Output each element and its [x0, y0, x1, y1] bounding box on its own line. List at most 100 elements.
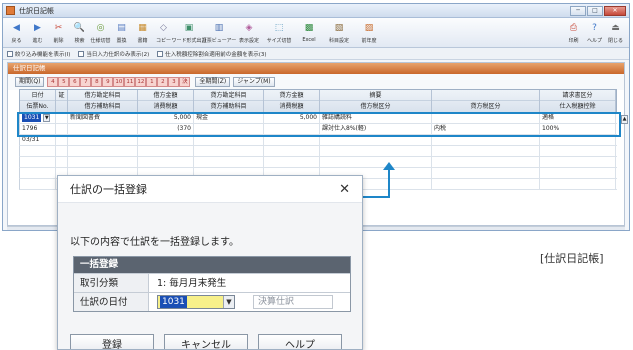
toolbar-button-9[interactable]: ▥ 証票ビューアー [201, 20, 237, 47]
table-cell-cr-tax[interactable] [432, 179, 540, 189]
toolbar-button-11[interactable]: ⬚ サイズ切替 [264, 20, 294, 47]
row-dropdown-icon[interactable]: ▲ [621, 115, 628, 124]
option-pre-deduction[interactable]: 仕入税額控除割合適用前の金額を表示(3) [157, 50, 267, 58]
closing-entry-checkbox[interactable]: 決算仕訳 [253, 295, 333, 309]
checkbox-icon[interactable] [78, 50, 85, 57]
checkbox-icon[interactable] [157, 50, 164, 57]
toolbar-label: 科目設定 [328, 38, 349, 44]
chevron-down-icon[interactable]: ▼ [223, 296, 234, 308]
table-cell-dr-amount[interactable] [138, 157, 194, 167]
display-settings-icon: ◈ [245, 23, 253, 33]
toolbar-label: 証票ビューアー [201, 38, 237, 44]
toolbar-button-12[interactable]: ▩ Excel [294, 20, 324, 47]
jump-button[interactable]: ジャンプ(M) [233, 77, 275, 87]
toolbar-right-button-0[interactable]: ⎙ 印刷 [563, 20, 584, 47]
toolbar-button-1[interactable]: ▶ 進む [27, 20, 48, 47]
column-header[interactable]: 貸方税区分 [432, 90, 540, 112]
column-header[interactable]: 摘要 借方税区分 [320, 90, 432, 112]
month-cell[interactable]: 7 [80, 77, 92, 87]
checkbox-icon[interactable] [7, 50, 13, 57]
column-header[interactable]: 請求書区分 仕入税額控除 [540, 90, 616, 112]
register-button[interactable]: 登録 [70, 334, 154, 349]
month-cell[interactable]: 9 [102, 77, 114, 87]
table-cell-cr-tax[interactable] [432, 146, 540, 156]
forward-icon: ▶ [34, 23, 41, 33]
cancel-button[interactable]: キャンセル [164, 334, 248, 349]
month-cell[interactable]: 12 [135, 77, 147, 87]
period-bar: 期間(Q) 4 5 6 7 8 9 10 11 12 1 2 3 決 全期間(Z) ジャンプ(M) [8, 74, 624, 90]
table-cell-cr-amount[interactable] [264, 157, 320, 167]
table-cell-date[interactable] [20, 157, 56, 167]
transaction-type-value: 1: 毎月月末発生 [157, 277, 227, 289]
toolbar-button-8[interactable]: ▣ ワード形式出力 [172, 20, 207, 47]
column-header[interactable]: 貸方金額 消費税額 [264, 90, 320, 112]
toolbar-button-0[interactable]: ◀ 戻る [6, 20, 27, 47]
maximize-button[interactable]: □ [587, 5, 603, 16]
table-cell-dr-account[interactable] [68, 157, 138, 167]
table-cell-cr-tax[interactable] [432, 168, 540, 178]
table-cell-memo[interactable] [320, 146, 432, 156]
table-cell-date[interactable] [20, 168, 56, 178]
option-today-only[interactable]: 当日入力仕訳のみ表示(2) [78, 50, 149, 58]
table-cell-date[interactable] [20, 179, 56, 189]
column-header[interactable]: 日付 伝票No. [20, 90, 56, 112]
table-cell-invoice[interactable] [540, 157, 616, 167]
column-header[interactable]: 借方金額 消費税額 [138, 90, 194, 112]
toolbar: ◀ 戻る ▶ 進む ✂ 削除 🔍 検索 ◎ 仕様切替 ▤ 置換 ▦ 書籍 ◇ コピー ▣ ワード形式出力 ▥ 証票ビュ… [3, 18, 629, 48]
month-cell[interactable]: 11 [124, 77, 136, 87]
month-cell[interactable]: 2 [157, 77, 169, 87]
table-row[interactable] [19, 157, 617, 168]
month-cell[interactable]: 1 [146, 77, 158, 87]
column-header[interactable]: 貸方勘定科目 貸方補助科目 [194, 90, 264, 112]
dialog-close-icon[interactable]: ✕ [339, 182, 350, 197]
toolbar-button-14[interactable]: ▨ 前年度 [354, 20, 384, 47]
table-cell-dr-account[interactable] [68, 146, 138, 156]
month-cell[interactable]: 3 [168, 77, 180, 87]
toolbar-button-5[interactable]: ▤ 置換 [111, 20, 132, 47]
toolbar-button-2[interactable]: ✂ 削除 [48, 20, 69, 47]
toolbar-button-4[interactable]: ◎ 仕様切替 [90, 20, 111, 47]
month-cell[interactable]: 6 [69, 77, 81, 87]
toolbar-button-13[interactable]: ▧ 科目設定 [324, 20, 354, 47]
table-cell-cr-account[interactable] [194, 146, 264, 156]
option-filter[interactable]: 絞り込み機能を表示(I) [7, 50, 70, 58]
table-cell-date[interactable] [20, 146, 56, 156]
month-cell[interactable]: 8 [91, 77, 103, 87]
help-button[interactable]: ヘルプ [258, 334, 342, 349]
bulk-entry-heading: 一括登録 [74, 257, 350, 273]
bulk-entry-table: 一括登録 取引分類 1: 毎月月末発生 仕訳の日付 1031 ▼ 決算仕訳 [73, 256, 351, 312]
toolbar-button-3[interactable]: 🔍 検索 [69, 20, 90, 47]
table-cell-sho[interactable] [56, 157, 68, 167]
table-row[interactable] [19, 146, 617, 157]
table-cell-cr-amount[interactable] [264, 146, 320, 156]
panel-title: 仕訳日記帳 [8, 63, 624, 74]
table-cell-invoice[interactable] [540, 146, 616, 156]
table-cell-invoice[interactable] [540, 168, 616, 178]
month-cell[interactable]: 5 [58, 77, 70, 87]
month-cell[interactable]: 決 [179, 77, 191, 87]
table-cell-sho[interactable] [56, 146, 68, 156]
toolbar-button-6[interactable]: ▦ 書籍 [132, 20, 153, 47]
entry-date-input[interactable]: 1031 ▼ [157, 295, 235, 309]
toolbar-right-button-1[interactable]: ? ヘルプ [584, 20, 605, 47]
all-period-button[interactable]: 全期間(Z) [195, 77, 231, 87]
table-cell-cr-account[interactable] [194, 157, 264, 167]
close-button[interactable]: ✕ [604, 5, 626, 16]
period-button[interactable]: 期間(Q) [15, 77, 45, 87]
toolbar-button-10[interactable]: ◈ 表示設定 [234, 20, 264, 47]
app-icon [6, 6, 15, 15]
table-cell-invoice[interactable] [540, 179, 616, 189]
column-header[interactable]: 証 [56, 90, 68, 112]
column-header-bottom: 借方補助科目 [84, 103, 121, 110]
minimize-button[interactable]: ─ [570, 5, 586, 16]
column-header[interactable]: 借方勘定科目 借方補助科目 [68, 90, 138, 112]
toolbar-right-button-2[interactable]: ⏏ 閉じる [605, 20, 626, 47]
close-icon: ⏏ [611, 23, 620, 33]
column-header-bottom: 貸方補助科目 [210, 103, 247, 110]
table-cell-dr-amount[interactable] [138, 146, 194, 156]
month-cell[interactable]: 4 [47, 77, 59, 87]
table-cell-memo[interactable] [320, 157, 432, 167]
toolbar-label: 置換 [116, 38, 127, 44]
month-cell[interactable]: 10 [113, 77, 125, 87]
table-cell-cr-tax[interactable] [432, 157, 540, 167]
